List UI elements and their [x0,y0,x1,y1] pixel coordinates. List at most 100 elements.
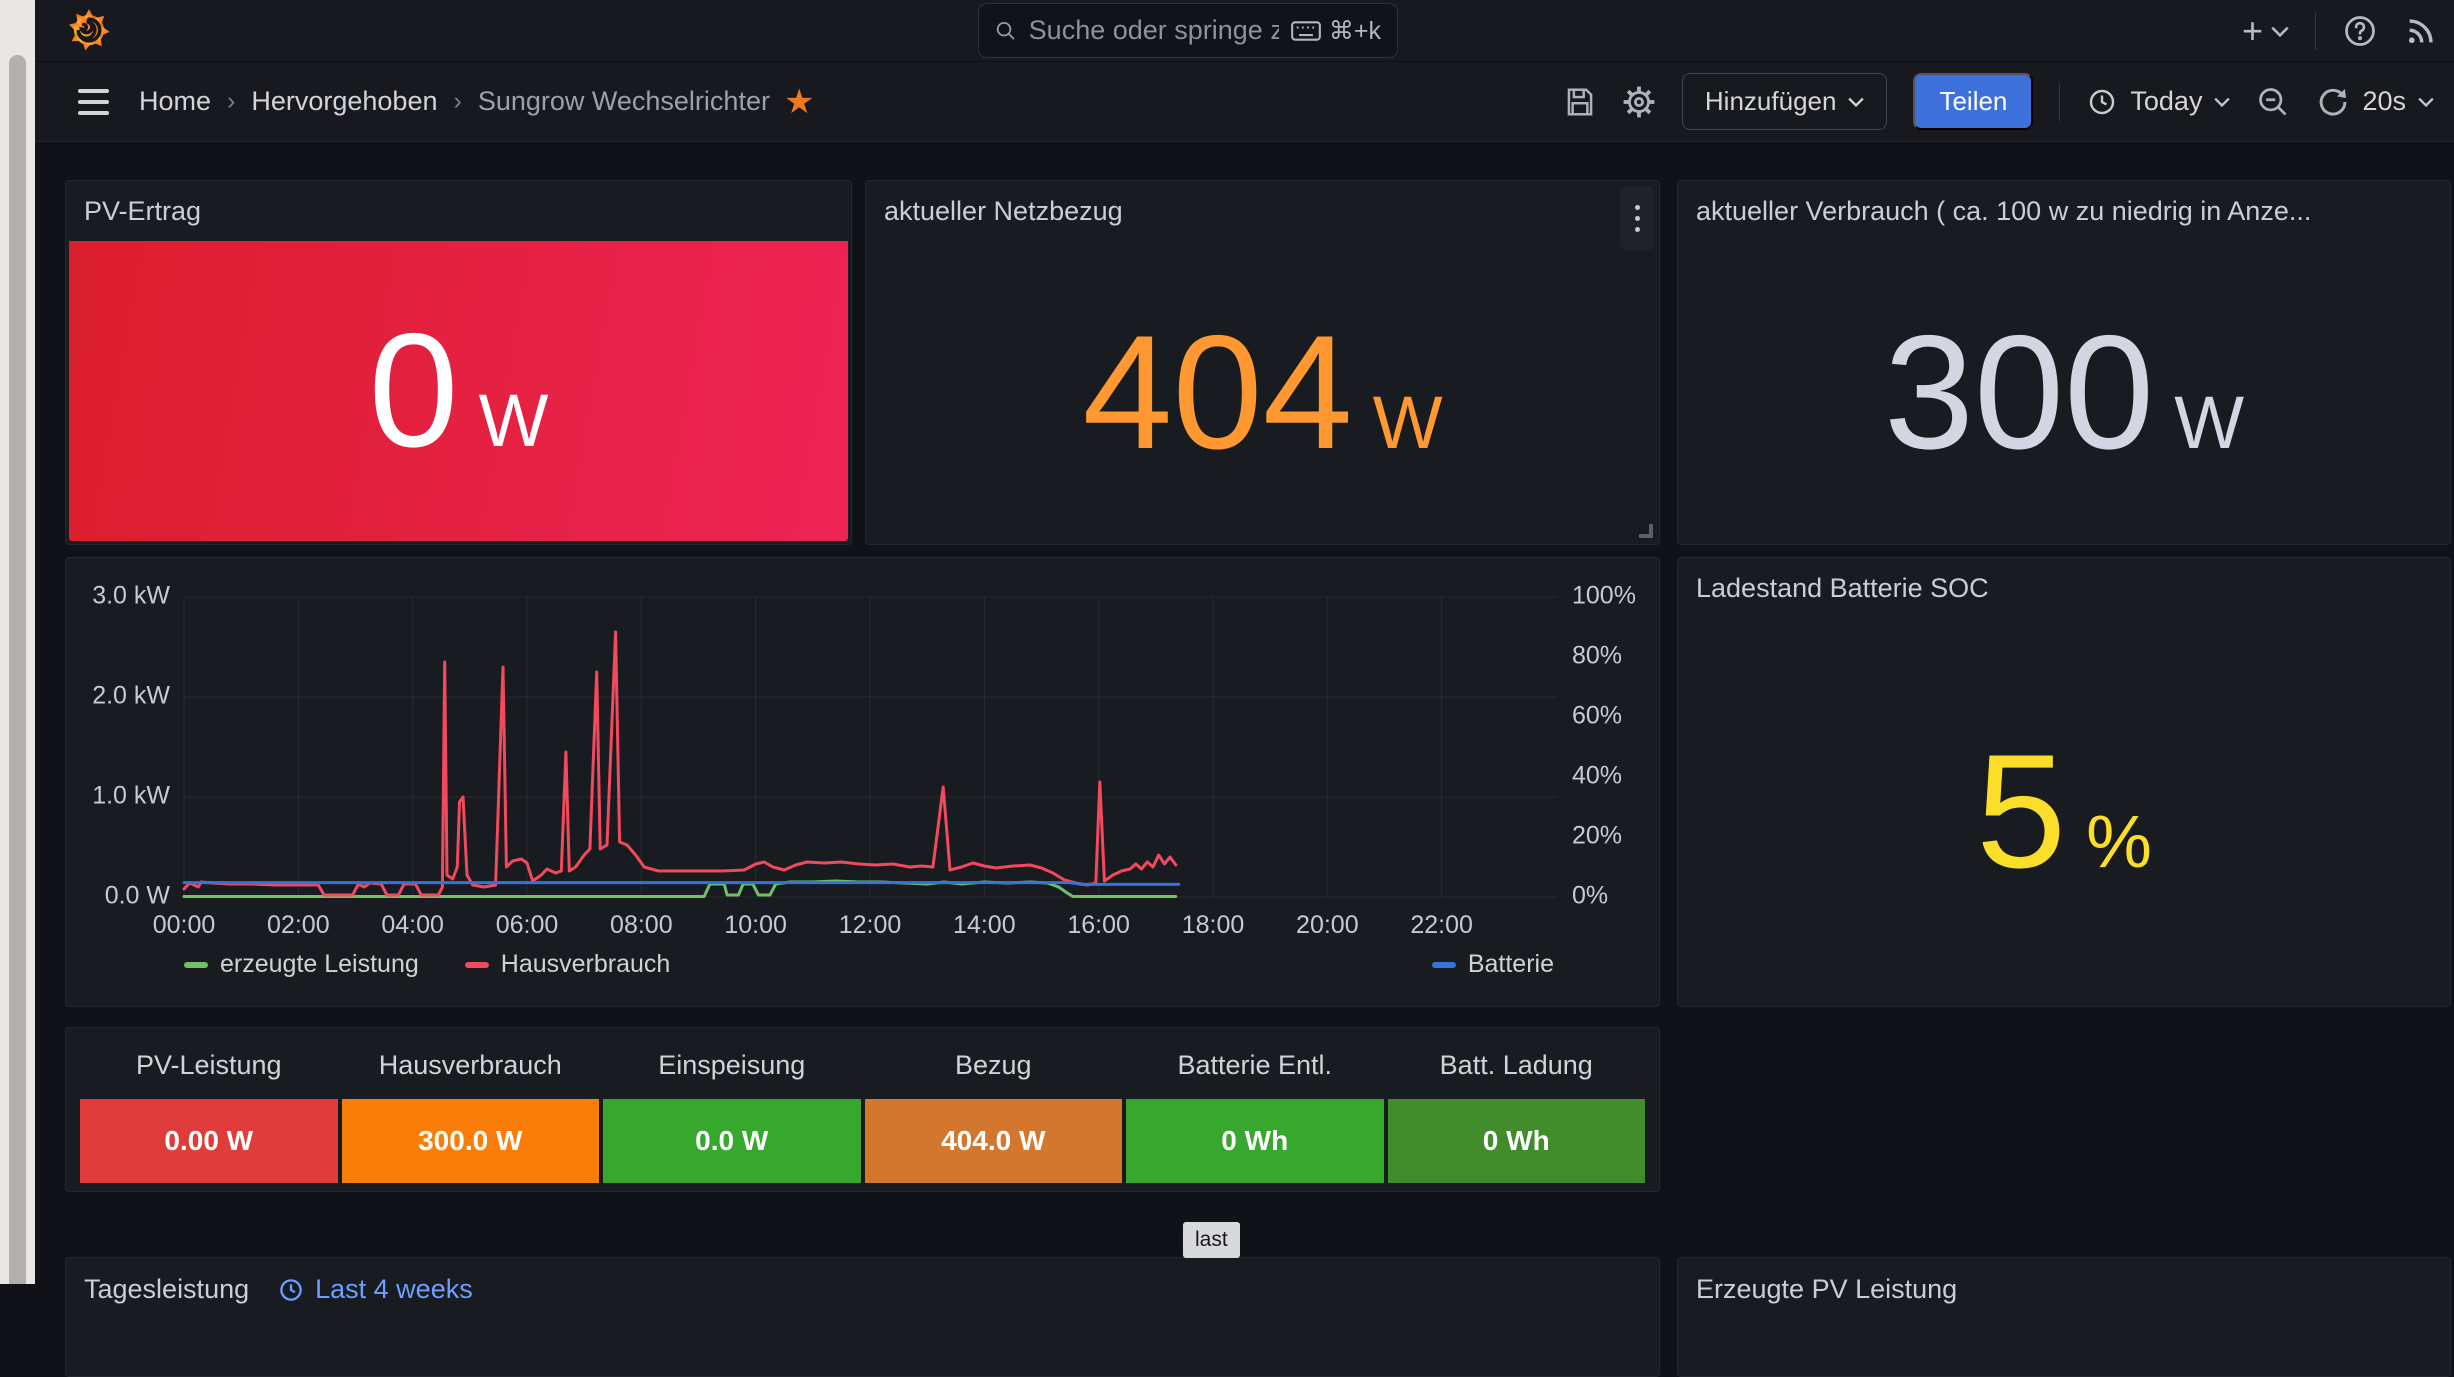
stat-unit: W [2174,386,2244,460]
stat-unit: W [479,384,549,458]
panel-erzeugte-pv: Erzeugte PV Leistung [1677,1257,2451,1377]
svg-text:2.0 kW: 2.0 kW [92,682,170,710]
breadcrumb-item[interactable]: Hervorgehoben [251,86,437,117]
svg-text:3.0 kW: 3.0 kW [92,582,170,610]
stat-value: 0 [369,310,459,472]
table-cell-value: 404.0 W [865,1099,1123,1183]
svg-text:04:00: 04:00 [381,911,444,939]
table-cell-value: 300.0 W [342,1099,600,1183]
svg-text:02:00: 02:00 [267,911,330,939]
svg-text:80%: 80% [1572,642,1622,670]
keyboard-icon [1291,20,1321,42]
stat-value: 5 [1976,731,2066,893]
legend-swatch [1432,962,1456,968]
refresh-picker[interactable]: 20s [2316,85,2434,119]
chevron-down-icon [2418,97,2434,107]
svg-text:100%: 100% [1572,582,1636,610]
panel-title[interactable]: Tagesleistung [84,1274,249,1305]
hover-tooltip: last [1183,1222,1240,1258]
refresh-icon [2316,85,2350,119]
panel-tagesleistung: Tagesleistung Last 4 weeks [65,1257,1660,1377]
svg-text:20:00: 20:00 [1296,911,1359,939]
breadcrumb-item[interactable]: Sungrow Wechselrichter [478,86,770,117]
settings-gear-icon[interactable] [1622,85,1656,119]
table-column-header: Batterie Entl. [1126,1042,1384,1091]
search-input[interactable]: Suche oder springe zu ... ⌘+k [978,3,1398,58]
panel-title[interactable]: aktueller Netzbezug [884,196,1123,227]
chevron-down-icon [2214,97,2230,107]
dashboard-toolbar: Home › Hervorgehoben › Sungrow Wechselrichte… [35,62,2454,142]
svg-text:60%: 60% [1572,702,1622,730]
time-shift-link[interactable]: Last 4 weeks [277,1274,473,1305]
timeseries-chart[interactable]: 0.0 W1.0 kW2.0 kW3.0 kW0%20%40%60%80%100… [66,558,1661,1008]
svg-text:12:00: 12:00 [839,911,902,939]
clock-icon [2086,86,2118,118]
table-cell-value: 0 Wh [1388,1099,1646,1183]
add-panel-button[interactable]: Hinzufügen [1682,73,1888,130]
legend-label: Batterie [1468,950,1554,979]
svg-text:0%: 0% [1572,882,1608,910]
table-column-header: Bezug [865,1042,1123,1091]
zoom-out-icon[interactable] [2256,85,2290,119]
top-nav: Suche oder springe zu ... ⌘+k + [35,0,2454,62]
menu-toggle-button[interactable] [78,89,109,115]
time-range-picker[interactable]: Today [2086,86,2230,118]
panel-timeseries[interactable]: 0.0 W1.0 kW2.0 kW3.0 kW0%20%40%60%80%100… [65,557,1660,1007]
breadcrumb-separator: › [227,87,235,116]
svg-text:18:00: 18:00 [1182,911,1245,939]
chevron-down-icon [1848,97,1864,107]
search-icon [995,18,1017,44]
chevron-down-icon [2271,26,2289,37]
clock-info-icon [277,1276,305,1304]
stat-unit: W [1373,386,1443,460]
stat-background: 0 W [69,241,848,541]
legend-label: Hausverbrauch [501,950,671,979]
table-column-header: Hausverbrauch [342,1042,600,1091]
grafana-logo[interactable] [66,7,112,53]
panel-title[interactable]: Ladestand Batterie SOC [1696,573,1989,604]
stat-value: 404 [1082,312,1352,474]
table-column-header: Einspeisung [603,1042,861,1091]
svg-text:14:00: 14:00 [953,911,1016,939]
table-column-header: Batt. Ladung [1388,1042,1646,1091]
os-scrollbar [0,0,35,1284]
legend-swatch [465,962,489,968]
news-rss-icon[interactable] [2404,14,2438,48]
table-cell-value: 0.00 W [80,1099,338,1183]
legend-swatch [184,962,208,968]
svg-text:20%: 20% [1572,822,1622,850]
panel-title[interactable]: aktueller Verbrauch ( ca. 100 w zu niedr… [1696,196,2311,227]
stat-value: 300 [1884,312,2154,474]
panel-netzbezug: aktueller Netzbezug 404 W [865,180,1660,545]
legend-item[interactable]: Hausverbrauch [465,950,671,979]
search-placeholder: Suche oder springe zu ... [1029,15,1279,46]
svg-text:06:00: 06:00 [496,911,559,939]
svg-text:40%: 40% [1572,762,1622,790]
table-cell-value: 0.0 W [603,1099,861,1183]
legend-item[interactable]: Batterie [1432,950,1554,979]
svg-text:22:00: 22:00 [1410,911,1473,939]
svg-text:10:00: 10:00 [724,911,787,939]
panel-title[interactable]: Erzeugte PV Leistung [1696,1274,1957,1305]
svg-text:1.0 kW: 1.0 kW [92,782,170,810]
new-dropdown-button[interactable]: + [2242,13,2289,49]
panel-pv-ertrag: PV-Ertrag 0 W [65,180,852,545]
panel-stat-table: PV-LeistungHausverbrauchEinspeisungBezug… [65,1027,1660,1192]
topnav-divider [2315,12,2316,50]
panel-batterie-soc: Ladestand Batterie SOC 5 % [1677,557,2451,1007]
legend-item[interactable]: erzeugte Leistung [184,950,419,979]
panel-title[interactable]: PV-Ertrag [84,196,201,227]
share-button[interactable]: Teilen [1913,73,2033,130]
breadcrumb: Home › Hervorgehoben › Sungrow Wechselrichte… [139,86,770,117]
toolbar-divider [2059,83,2060,121]
save-icon[interactable] [1564,86,1596,118]
scrollbar-thumb[interactable] [9,55,26,1284]
svg-text:16:00: 16:00 [1067,911,1130,939]
panel-resize-handle[interactable] [1639,524,1653,538]
breadcrumb-item[interactable]: Home [139,86,211,117]
search-shortcut: ⌘+k [1329,16,1381,46]
favorite-star-icon[interactable]: ★ [784,82,814,122]
table-column-header: PV-Leistung [80,1042,338,1091]
breadcrumb-separator: › [454,87,462,116]
help-icon[interactable] [2342,13,2378,49]
